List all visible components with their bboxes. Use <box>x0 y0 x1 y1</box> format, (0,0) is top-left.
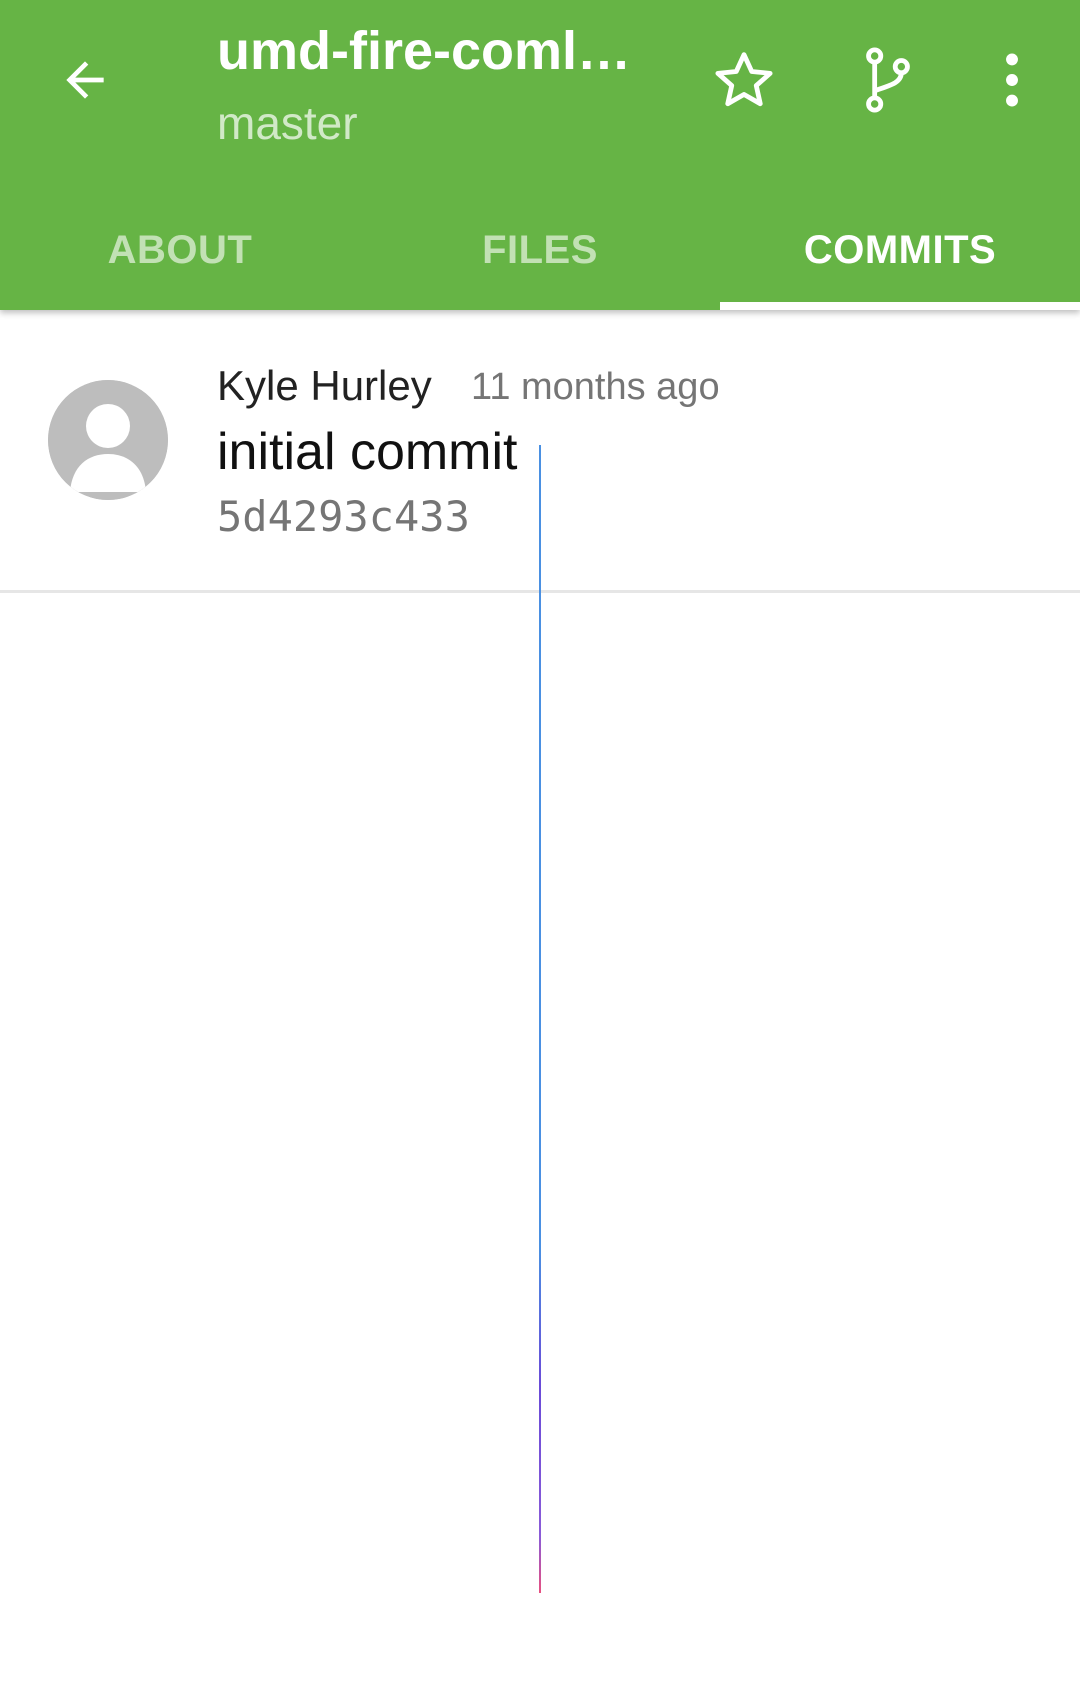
debug-guide-line <box>539 445 541 1593</box>
star-button[interactable] <box>702 38 786 122</box>
git-branch-icon <box>866 47 910 113</box>
avatar <box>48 380 168 500</box>
commit-hash: 5d4293c433 <box>217 492 470 541</box>
default-avatar-icon <box>48 380 168 500</box>
app-bar: umd-fire-coml… master ABOUT FILES COMMIT… <box>0 0 1080 310</box>
commit-author: Kyle Hurley <box>217 362 432 409</box>
repo-title: umd-fire-coml… <box>217 21 632 81</box>
more-options-button[interactable] <box>970 38 1054 122</box>
branch-subtitle: master <box>217 97 358 149</box>
more-vert-icon <box>1006 53 1018 107</box>
tab-about[interactable]: ABOUT <box>0 190 360 310</box>
branch-button[interactable] <box>846 38 930 122</box>
tab-commits[interactable]: COMMITS <box>720 190 1080 310</box>
arrow-back-icon <box>66 61 104 99</box>
back-button[interactable] <box>50 45 120 115</box>
tab-files[interactable]: FILES <box>360 190 720 310</box>
tab-bar: ABOUT FILES COMMITS <box>0 190 1080 310</box>
commit-time: 11 months ago <box>471 366 720 408</box>
star-outline-icon <box>715 52 773 107</box>
commit-message: initial commit <box>217 423 518 481</box>
